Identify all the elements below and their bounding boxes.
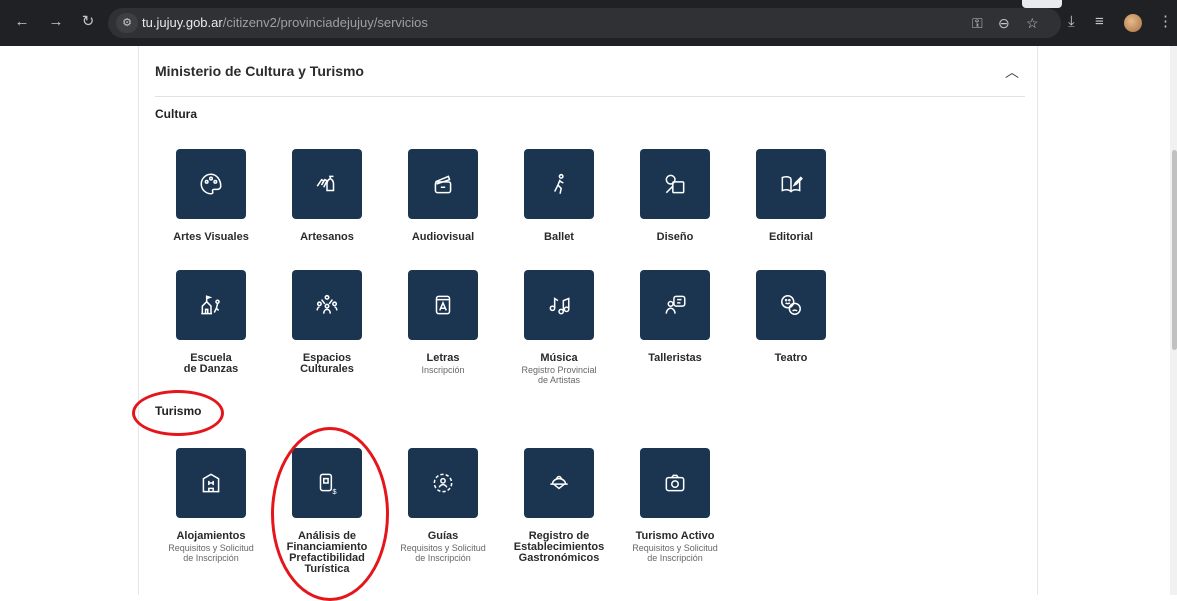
url-path: /citizenv2/provinciadejujuy/servicios <box>222 15 428 30</box>
item-label: Guías Requisitos y Solicitud de Inscripci… <box>388 530 498 564</box>
media-queue-icon[interactable]: ≡ <box>1095 12 1104 32</box>
community-icon[interactable] <box>292 270 362 340</box>
item-subtitle: Inscripción <box>421 365 465 375</box>
item-label: Diseño <box>656 231 694 243</box>
letter-card-icon[interactable] <box>408 270 478 340</box>
chevron-up-icon[interactable]: ︿ <box>1005 62 1019 82</box>
item-title: Música <box>540 352 578 364</box>
item-title: Guías <box>427 530 459 542</box>
panel-title[interactable]: Ministerio de Cultura y Turismo <box>155 63 364 79</box>
url-text[interactable]: tu.jujuy.gob.ar/citizenv2/provinciadejuj… <box>142 15 428 30</box>
item-subtitle: Requisitos y Solicitud de Inscripción <box>632 543 718 563</box>
item-label: Editorial <box>768 231 813 243</box>
item-label: Registro de Establecimientos Gastronómic… <box>513 530 605 564</box>
item-label: Espacios Culturales <box>300 352 354 375</box>
item-subtitle: Registro Provincial de Artistas <box>521 365 597 385</box>
key-icon[interactable]: ⚿ <box>972 14 983 32</box>
dancer-icon[interactable] <box>524 149 594 219</box>
download-icon[interactable]: ⤓ <box>1068 12 1075 32</box>
hotel-icon[interactable] <box>176 448 246 518</box>
hands-pottery-icon[interactable] <box>292 149 362 219</box>
reload-icon[interactable]: ↻ <box>78 12 98 32</box>
item-label: Artesanos <box>300 231 354 243</box>
item-label: Escuela de Danzas <box>183 352 239 375</box>
menu-kebab-icon[interactable]: ⋮ <box>1158 12 1173 32</box>
item-title: Letras <box>426 352 460 364</box>
back-arrow-icon[interactable]: ← <box>12 12 32 32</box>
item-label: Ballet <box>544 231 574 243</box>
item-label: Música Registro Provincial de Artistas <box>504 352 614 386</box>
item-title: Alojamientos <box>176 530 246 542</box>
music-notes-icon[interactable] <box>524 270 594 340</box>
item-label: Teatro <box>774 352 808 364</box>
design-shapes-icon[interactable] <box>640 149 710 219</box>
presenter-icon[interactable] <box>640 270 710 340</box>
tune-icon[interactable]: ⚙ <box>116 13 138 33</box>
dance-school-icon[interactable] <box>176 270 246 340</box>
item-title: Turismo Activo <box>635 530 715 542</box>
item-label: Artes Visuales <box>173 231 249 243</box>
address-bar[interactable]: ⚙ tu.jujuy.gob.ar/citizenv2/provinciadej… <box>108 8 1061 38</box>
theater-masks-icon[interactable] <box>756 270 826 340</box>
tab-strip-edge <box>1022 0 1062 8</box>
item-label: Audiovisual <box>411 231 475 243</box>
url-host: tu.jujuy.gob.ar <box>142 15 223 30</box>
item-label: Alojamientos Requisitos y Solicitud de In… <box>156 530 266 564</box>
annotation-circle-turismo <box>132 390 224 436</box>
divider <box>155 96 1025 97</box>
item-label: Letras Inscripción <box>388 352 498 376</box>
section-heading-cultura: Cultura <box>155 107 197 121</box>
profile-avatar[interactable] <box>1124 14 1142 32</box>
item-label: Turismo Activo Requisitos y Solicitud de … <box>620 530 730 564</box>
clapperboard-icon[interactable] <box>408 149 478 219</box>
scrollbar-thumb[interactable] <box>1172 150 1177 350</box>
annotation-circle-analisis <box>271 427 389 601</box>
guide-person-icon[interactable] <box>408 448 478 518</box>
browser-toolbar: ← → ↻ ⚙ tu.jujuy.gob.ar/citizenv2/provin… <box>0 0 1177 46</box>
camera-icon[interactable] <box>640 448 710 518</box>
item-subtitle: Requisitos y Solicitud de Inscripción <box>168 543 254 563</box>
item-label: Talleristas <box>648 352 702 364</box>
bookmark-star-icon[interactable]: ☆ <box>1026 14 1039 32</box>
palette-icon[interactable] <box>176 149 246 219</box>
item-subtitle: Requisitos y Solicitud de Inscripción <box>400 543 486 563</box>
book-pen-icon[interactable] <box>756 149 826 219</box>
zoom-icon[interactable]: ⊖ <box>998 14 1010 32</box>
food-dish-icon[interactable] <box>524 448 594 518</box>
forward-arrow-icon[interactable]: → <box>46 12 66 32</box>
